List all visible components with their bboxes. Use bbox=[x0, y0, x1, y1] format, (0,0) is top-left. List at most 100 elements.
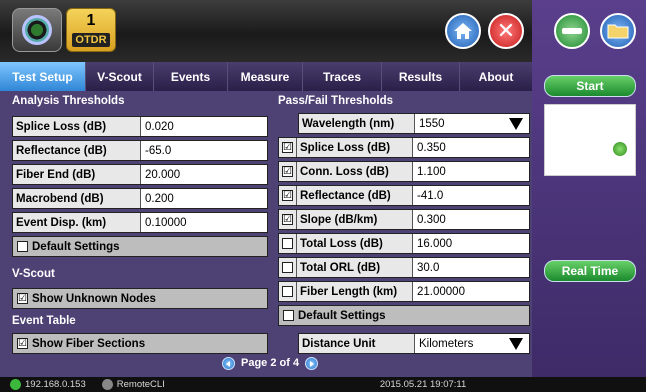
pf-total-loss-input[interactable]: 16.000 bbox=[413, 234, 529, 253]
show-fiber-sections-label: Show Fiber Sections bbox=[32, 337, 146, 350]
distance-unit-row: Distance Unit Kilometers bbox=[298, 333, 530, 354]
back-button[interactable] bbox=[554, 13, 590, 49]
show-fiber-sections-checkbox[interactable]: ☑ bbox=[17, 338, 28, 349]
close-icon: ✕ bbox=[496, 18, 516, 43]
pf-reflectance-row: ☑ Reflectance (dB) -41.0 bbox=[278, 185, 530, 206]
pf-reflectance-checkbox[interactable]: ☑ bbox=[282, 190, 293, 201]
date-time: 2015.05.21 19:07:11 bbox=[379, 379, 467, 390]
tab-events[interactable]: Events bbox=[154, 62, 228, 91]
pf-fiber-length-label: Fiber Length (km) bbox=[297, 282, 413, 301]
pf-conn-loss-checkbox[interactable]: ☑ bbox=[282, 166, 293, 177]
remote-icon bbox=[101, 379, 113, 390]
pf-conn-loss-label: Conn. Loss (dB) bbox=[297, 162, 413, 181]
pf-reflectance-input[interactable]: -41.0 bbox=[413, 186, 529, 205]
splice-loss-label: Splice Loss (dB) bbox=[13, 117, 141, 136]
dropdown-arrow-icon bbox=[509, 337, 523, 350]
pf-slope-label: Slope (dB/km) bbox=[297, 210, 413, 229]
home-button[interactable] bbox=[445, 13, 481, 49]
event-table-title: Event Table bbox=[12, 315, 76, 327]
macrobend-row: Macrobend (dB) 0.200 bbox=[12, 188, 268, 209]
folder-icon bbox=[607, 24, 629, 39]
home-icon bbox=[454, 23, 472, 39]
pf-slope-input[interactable]: 0.300 bbox=[413, 210, 529, 229]
pf-slope-checkbox-cell: ☑ bbox=[279, 210, 297, 229]
tab-v-scout[interactable]: V-Scout bbox=[86, 62, 154, 91]
status-bar: 192.168.0.153 RemoteCLI 2015.05.21 19:07… bbox=[0, 377, 646, 392]
tab-measure[interactable]: Measure bbox=[228, 62, 303, 91]
macrobend-input[interactable]: 0.200 bbox=[141, 189, 267, 208]
pf-fiber-length-input[interactable]: 21.00000 bbox=[413, 282, 529, 301]
v-scout-title: V-Scout bbox=[12, 268, 55, 280]
pf-fiber-length-row: Fiber Length (km) 21.00000 bbox=[278, 281, 530, 302]
event-disp-row: Event Disp. (km) 0.10000 bbox=[12, 212, 268, 233]
remote-label: RemoteCLI bbox=[116, 379, 165, 390]
close-button[interactable]: ✕ bbox=[488, 13, 524, 49]
pf-splice-loss-input[interactable]: 0.350 bbox=[413, 138, 529, 157]
analysis-thresholds-title: Analysis Thresholds bbox=[12, 95, 125, 107]
show-fiber-sections-row[interactable]: ☑ Show Fiber Sections bbox=[12, 333, 268, 354]
show-unknown-nodes-label: Show Unknown Nodes bbox=[32, 292, 156, 305]
tab-about[interactable]: About bbox=[460, 62, 532, 91]
pf-default-settings-label: Default Settings bbox=[298, 309, 386, 322]
top-toolbar: 1 OTDR ✕ bbox=[0, 0, 532, 62]
app-logo-button[interactable] bbox=[12, 8, 62, 52]
event-disp-label: Event Disp. (km) bbox=[13, 213, 141, 232]
pf-splice-loss-label: Splice Loss (dB) bbox=[297, 138, 413, 157]
pf-reflectance-checkbox-cell: ☑ bbox=[279, 186, 297, 205]
show-unknown-nodes-checkbox[interactable]: ☑ bbox=[17, 293, 28, 304]
previous-page-icon[interactable] bbox=[222, 356, 235, 370]
pf-total-loss-label: Total Loss (dB) bbox=[297, 234, 413, 253]
real-time-button[interactable]: Real Time bbox=[544, 260, 636, 282]
show-unknown-nodes-row[interactable]: ☑ Show Unknown Nodes bbox=[12, 288, 268, 309]
reflectance-label: Reflectance (dB) bbox=[13, 141, 141, 160]
event-disp-input[interactable]: 0.10000 bbox=[141, 213, 267, 232]
pf-default-settings-checkbox[interactable] bbox=[283, 310, 294, 321]
tab-test-setup[interactable]: Test Setup bbox=[0, 62, 86, 91]
default-settings-checkbox[interactable] bbox=[17, 241, 28, 252]
pf-splice-loss-checkbox[interactable]: ☑ bbox=[282, 142, 293, 153]
pf-fiber-length-checkbox-cell bbox=[279, 282, 297, 301]
pf-slope-checkbox[interactable]: ☑ bbox=[282, 214, 293, 225]
side-panel bbox=[532, 0, 646, 392]
next-page-icon[interactable] bbox=[305, 356, 319, 370]
otdr-module-badge[interactable]: 1 OTDR bbox=[66, 8, 116, 52]
ip-address: 192.168.0.153 bbox=[25, 379, 86, 390]
pf-total-orl-checkbox[interactable] bbox=[282, 262, 293, 273]
pf-total-loss-row: Total Loss (dB) 16.000 bbox=[278, 233, 530, 254]
pagination: Page 2 of 4 bbox=[216, 353, 324, 373]
pf-total-loss-checkbox[interactable] bbox=[282, 238, 293, 249]
fiber-end-label: Fiber End (dB) bbox=[13, 165, 141, 184]
tab-bar: Test Setup V-Scout Events Measure Traces… bbox=[0, 62, 532, 91]
dropdown-arrow-icon bbox=[509, 117, 523, 130]
pf-total-orl-checkbox-cell bbox=[279, 258, 297, 277]
splice-loss-input[interactable]: 0.020 bbox=[141, 117, 267, 136]
fiber-end-input[interactable]: 20.000 bbox=[141, 165, 267, 184]
distance-unit-label: Distance Unit bbox=[299, 334, 415, 353]
distance-unit-select[interactable]: Kilometers bbox=[415, 334, 529, 353]
power-logo-icon bbox=[22, 15, 52, 45]
tab-results[interactable]: Results bbox=[382, 62, 460, 91]
pf-reflectance-label: Reflectance (dB) bbox=[297, 186, 413, 205]
wavelength-select[interactable]: 1550 bbox=[415, 114, 529, 133]
pf-conn-loss-checkbox-cell: ☑ bbox=[279, 162, 297, 181]
wavelength-row: Wavelength (nm) 1550 bbox=[298, 113, 530, 134]
pf-fiber-length-checkbox[interactable] bbox=[282, 286, 293, 297]
minus-icon bbox=[562, 28, 582, 34]
folder-button[interactable] bbox=[600, 13, 636, 49]
pf-conn-loss-input[interactable]: 1.100 bbox=[413, 162, 529, 181]
reflectance-input[interactable]: -65.0 bbox=[141, 141, 267, 160]
wavelength-value: 1550 bbox=[419, 117, 445, 130]
pf-default-settings[interactable]: Default Settings bbox=[278, 305, 530, 326]
tab-traces[interactable]: Traces bbox=[303, 62, 382, 91]
ip-icon bbox=[10, 379, 21, 390]
pf-total-orl-label: Total ORL (dB) bbox=[297, 258, 413, 277]
pf-total-orl-input[interactable]: 30.0 bbox=[413, 258, 529, 277]
trace-preview[interactable] bbox=[544, 104, 636, 176]
pass-fail-thresholds-title: Pass/Fail Thresholds bbox=[278, 95, 394, 107]
default-settings-label: Default Settings bbox=[32, 240, 120, 253]
analysis-default-settings[interactable]: Default Settings bbox=[12, 236, 268, 257]
wavelength-label: Wavelength (nm) bbox=[299, 114, 415, 133]
pf-splice-loss-row: ☑ Splice Loss (dB) 0.350 bbox=[278, 137, 530, 158]
distance-unit-value: Kilometers bbox=[419, 337, 474, 350]
start-button[interactable]: Start bbox=[544, 75, 636, 97]
